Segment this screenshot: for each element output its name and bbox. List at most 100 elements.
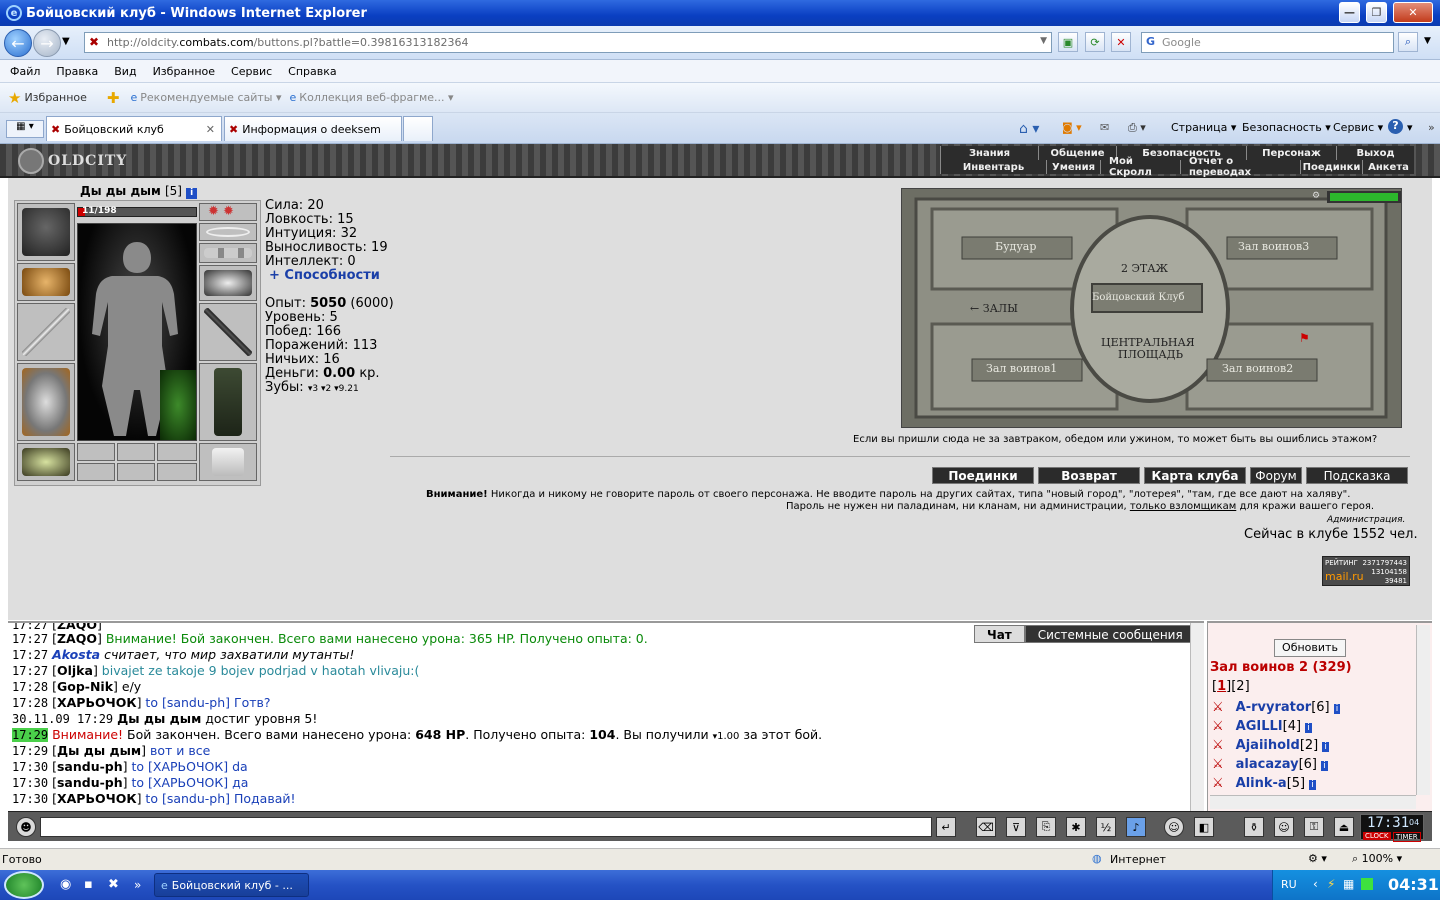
list-scrollbar[interactable] <box>1416 625 1430 795</box>
refresh-button[interactable]: Обновить <box>1274 639 1346 657</box>
player-row[interactable]: ⚔ A-rvyrator[6] i <box>1212 699 1341 718</box>
mail-icon[interactable]: ✉ <box>1100 121 1109 134</box>
chat-log[interactable]: Чат Системные сообщения 17:27 [ZAQO] 17:… <box>8 621 1204 811</box>
menu-profile[interactable]: Анкета <box>1362 160 1414 174</box>
send-icon[interactable]: ↵ <box>936 817 956 837</box>
save-log-icon[interactable]: ⎘ <box>1036 817 1056 837</box>
address-bar[interactable]: ✖ http://oldcity. combats.com/buttons.pl?… <box>84 32 1052 53</box>
safety-menu[interactable]: Безопасность ▾ <box>1242 121 1331 134</box>
map-floor-2[interactable]: 2 ЭТАЖ <box>1121 262 1168 275</box>
page-menu[interactable]: Страница ▾ <box>1171 121 1236 134</box>
menu-help[interactable]: Справка <box>288 65 336 78</box>
chat-nick[interactable]: sandu-ph <box>57 759 123 774</box>
bracers-slot[interactable] <box>17 263 75 301</box>
player-row[interactable]: ⚔ Ajaiihold[2] i <box>1212 737 1340 756</box>
fight-icon[interactable]: ⚔ <box>1212 719 1224 734</box>
feeds-icon[interactable]: ◙ ▾ <box>1062 121 1082 134</box>
help-icon[interactable]: ? <box>1388 119 1403 134</box>
info-icon[interactable]: i <box>1305 723 1312 733</box>
return-button[interactable]: Возврат <box>1038 467 1140 484</box>
map-fight-club[interactable]: Бойцовский Клуб <box>1092 292 1184 303</box>
chat-scrollbar[interactable] <box>1190 623 1204 811</box>
lock-icon[interactable]: ⚿ <box>1304 817 1324 837</box>
chat-nick[interactable]: Gop-Nik <box>57 679 113 694</box>
sound-icon[interactable]: ♪ <box>1126 817 1146 837</box>
settings-icon[interactable]: ✱ <box>1066 817 1086 837</box>
tab-system-messages[interactable]: Системные сообщения <box>1024 625 1196 643</box>
abilities-link[interactable]: + Способности <box>265 269 388 283</box>
player-name[interactable]: Alink-a <box>1236 776 1287 791</box>
necklace-slot[interactable] <box>199 223 257 241</box>
minimize-button[interactable]: — <box>1339 2 1360 23</box>
language-indicator[interactable]: RU <box>1281 878 1297 891</box>
fav-web-slice-gallery[interactable]: e Коллекция веб-фрагме... ▾ <box>290 91 454 104</box>
chat-nick[interactable]: ZAQO <box>57 631 97 646</box>
chat-nick[interactable]: ХАРЬОЧОК <box>57 695 137 710</box>
taskbar-clock[interactable]: 04:31 <box>1388 875 1439 894</box>
info-icon[interactable]: i <box>186 188 198 199</box>
empty-slot[interactable] <box>117 443 155 461</box>
armor-slot[interactable] <box>17 363 75 441</box>
fav-suggested-sites[interactable]: e Рекомендуемые сайты ▾ <box>131 91 282 104</box>
player-name[interactable]: AGILLI <box>1236 719 1283 734</box>
gloves-slot[interactable] <box>199 265 257 301</box>
exit-icon[interactable]: ⏏ <box>1334 817 1354 837</box>
home-icon[interactable]: ⌂ ▾ <box>1019 121 1039 137</box>
chat-mode-icon[interactable]: ◧ <box>1194 817 1214 837</box>
chat-nick[interactable]: Ды ды дым <box>57 743 141 758</box>
search-go-icon[interactable]: ⌕ <box>1398 32 1418 52</box>
menu-transfer-report[interactable]: Отчет о переводах <box>1180 156 1300 178</box>
history-dropdown-icon[interactable]: ▼ <box>62 36 70 47</box>
list-hscrollbar[interactable] <box>1210 795 1416 809</box>
menu-communication[interactable]: Общение <box>1038 146 1116 160</box>
map-warriors-hall-2[interactable]: Зал воинов2 <box>1222 362 1293 375</box>
filter-icon[interactable]: ⊽ <box>1006 817 1026 837</box>
chat-message-input[interactable] <box>40 817 932 837</box>
pet-avatar-icon[interactable] <box>160 370 196 440</box>
club-map-button[interactable]: Карта клуба <box>1144 467 1246 484</box>
menu-inventory[interactable]: Инвентарь <box>940 160 1046 174</box>
fight-icon[interactable]: ⚔ <box>1212 757 1224 772</box>
info-icon[interactable]: i <box>1322 742 1329 752</box>
smiley-menu-icon[interactable]: ☻ <box>16 817 36 837</box>
player-name[interactable]: alacazay <box>1236 757 1299 772</box>
toolbar-chevron-icon[interactable]: » <box>1428 121 1435 134</box>
empty-slot[interactable] <box>77 463 115 481</box>
clear-icon[interactable]: ⌫ <box>976 817 996 837</box>
map-settings-icon[interactable]: ⚙ <box>1312 191 1320 201</box>
quick-tabs-icon[interactable]: ▦ ▾ <box>6 120 44 138</box>
empty-slot[interactable] <box>77 443 115 461</box>
weapon-slot[interactable] <box>17 303 75 361</box>
hackers-link[interactable]: только взломщикам <box>1130 501 1236 512</box>
tab-close-icon[interactable]: ✕ <box>206 123 215 136</box>
info-icon[interactable]: i <box>1333 704 1341 714</box>
inventory-bag-icon[interactable]: ⚱ <box>1244 817 1264 837</box>
menu-battles[interactable]: Поединки <box>1300 160 1362 174</box>
menu-tools[interactable]: Сервис <box>231 65 272 78</box>
search-options-icon[interactable]: ▼ <box>1424 36 1431 46</box>
network-icon[interactable]: ▦ <box>1343 877 1354 891</box>
quicklaunch-icon[interactable]: ▪ <box>84 877 93 892</box>
help-dropdown-icon[interactable]: ▾ <box>1407 121 1413 134</box>
tab-chat[interactable]: Чат <box>974 625 1025 643</box>
menu-skills[interactable]: Умения <box>1046 160 1100 174</box>
menu-view[interactable]: Вид <box>114 65 136 78</box>
quicklaunch-more-icon[interactable]: » <box>134 878 141 892</box>
back-button[interactable]: ← <box>4 29 32 57</box>
fight-icon[interactable]: ⚔ <box>1212 738 1224 753</box>
map-boudoir[interactable]: Будуар <box>995 240 1036 253</box>
favorites-button[interactable]: ★ Избранное <box>8 89 87 107</box>
add-favorite-button[interactable]: ✚ <box>107 89 123 107</box>
new-tab-button[interactable] <box>403 116 433 141</box>
map-warriors-hall-3[interactable]: Зал воинов3 <box>1238 240 1309 253</box>
menu-favorites[interactable]: Избранное <box>153 65 215 78</box>
rating-counter[interactable]: РЕЙТИНГ 2371797443 13104158 39481 mail.r… <box>1322 556 1410 586</box>
pants-slot[interactable] <box>199 363 257 441</box>
maximize-button[interactable]: ❐ <box>1366 2 1387 23</box>
stop-icon[interactable]: ✕ <box>1111 32 1131 52</box>
address-dropdown-icon[interactable]: ▼ <box>1040 36 1047 46</box>
info-icon[interactable]: i <box>1309 780 1316 790</box>
status-green-icon[interactable] <box>1361 878 1373 890</box>
rings-slot[interactable] <box>199 243 257 263</box>
empty-slot[interactable] <box>157 443 197 461</box>
